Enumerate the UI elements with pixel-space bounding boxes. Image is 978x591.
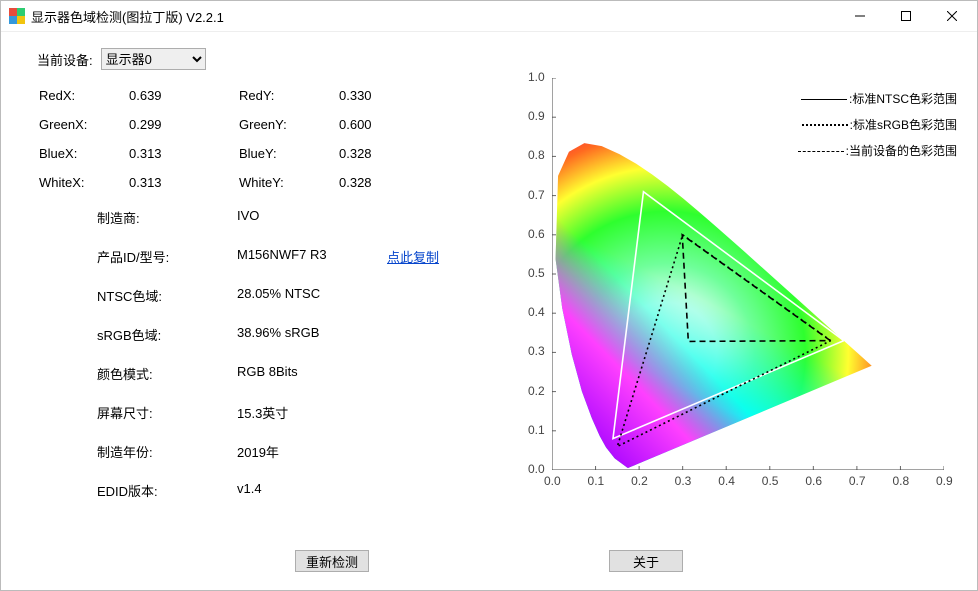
greeny-value: 0.600 xyxy=(339,117,419,132)
window-title: 显示器色域检测(图拉丁版) V2.2.1 xyxy=(31,7,837,26)
device-info: 制造商: IVO 产品ID/型号: M156NWF7 R3 点此复制 NTSC色… xyxy=(97,208,497,500)
redy-label: RedY: xyxy=(239,88,339,103)
x-tick: 0.2 xyxy=(631,474,648,488)
chart-legend: :标准NTSC色彩范围 :标准sRGB色彩范围 :当前设备的色彩范围 xyxy=(798,86,957,164)
screensize-label: 屏幕尺寸: xyxy=(97,403,237,422)
button-row: 重新检测 关于 xyxy=(1,550,977,572)
close-button[interactable] xyxy=(929,1,975,31)
redetect-button[interactable]: 重新检测 xyxy=(295,550,369,572)
greenx-value: 0.299 xyxy=(129,117,239,132)
ntsc-value: 28.05% NTSC xyxy=(237,286,387,305)
bluex-value: 0.313 xyxy=(129,146,239,161)
y-tick: 0.7 xyxy=(528,188,545,202)
screensize-value: 15.3英寸 xyxy=(237,403,387,422)
y-tick: 0.6 xyxy=(528,227,545,241)
x-tick: 0.7 xyxy=(849,474,866,488)
bluey-label: BlueY: xyxy=(239,146,339,161)
redy-value: 0.330 xyxy=(339,88,419,103)
whitey-value: 0.328 xyxy=(339,175,419,190)
whitex-label: WhiteX: xyxy=(39,175,129,190)
x-tick: 0.4 xyxy=(718,474,735,488)
product-label: 产品ID/型号: xyxy=(97,247,237,266)
window-controls xyxy=(837,1,975,31)
maximize-button[interactable] xyxy=(883,1,929,31)
device-row: 当前设备: 显示器0 xyxy=(37,48,497,70)
srgb-value: 38.96% sRGB xyxy=(237,325,387,344)
mfgyear-label: 制造年份: xyxy=(97,442,237,461)
y-tick: 0.5 xyxy=(528,266,545,280)
redx-label: RedX: xyxy=(39,88,129,103)
bluey-value: 0.328 xyxy=(339,146,419,161)
colormode-label: 颜色模式: xyxy=(97,364,237,383)
titlebar: 显示器色域检测(图拉丁版) V2.2.1 xyxy=(1,1,977,32)
ntsc-label: NTSC色域: xyxy=(97,286,237,305)
redx-value: 0.639 xyxy=(129,88,239,103)
x-tick: 0.6 xyxy=(805,474,822,488)
y-tick: 0.8 xyxy=(528,148,545,162)
legend-ntsc: :标准NTSC色彩范围 xyxy=(798,86,957,112)
whitex-value: 0.313 xyxy=(129,175,239,190)
y-tick: 0.4 xyxy=(528,305,545,319)
product-value: M156NWF7 R3 xyxy=(237,247,387,266)
mfgyear-value: 2019年 xyxy=(237,442,387,461)
about-button[interactable]: 关于 xyxy=(609,550,683,572)
app-window: 显示器色域检测(图拉丁版) V2.2.1 当前设备: 显示器0 RedX: 0.… xyxy=(0,0,978,591)
y-tick: 0.1 xyxy=(528,423,545,437)
chromaticity-grid: RedX: 0.639 RedY: 0.330 GreenX: 0.299 Gr… xyxy=(39,88,497,190)
device-select[interactable]: 显示器0 xyxy=(101,48,206,70)
y-tick: 0.9 xyxy=(528,109,545,123)
left-panel: 当前设备: 显示器0 RedX: 0.639 RedY: 0.330 Green… xyxy=(37,48,497,580)
x-tick: 0.0 xyxy=(544,474,561,488)
x-tick: 0.5 xyxy=(762,474,779,488)
edid-value: v1.4 xyxy=(237,481,387,500)
whitey-label: WhiteY: xyxy=(239,175,339,190)
y-tick: 0.3 xyxy=(528,344,545,358)
x-tick: 0.8 xyxy=(892,474,909,488)
y-tick: 0.2 xyxy=(528,384,545,398)
y-tick: 0.0 xyxy=(528,462,545,476)
app-icon xyxy=(9,8,25,24)
colormode-value: RGB 8Bits xyxy=(237,364,387,383)
copy-product-link[interactable]: 点此复制 xyxy=(387,247,467,266)
device-label: 当前设备: xyxy=(37,50,93,69)
manufacturer-label: 制造商: xyxy=(97,208,237,227)
chart-panel: 0.0 0.1 0.2 0.3 0.4 0.5 0.6 0.7 0.8 0.9 0.0 0.1 0.2 0… xyxy=(517,48,957,580)
x-tick: 0.3 xyxy=(675,474,692,488)
srgb-label: sRGB色域: xyxy=(97,325,237,344)
edid-label: EDID版本: xyxy=(97,481,237,500)
manufacturer-value: IVO xyxy=(237,208,387,227)
greeny-label: GreenY: xyxy=(239,117,339,132)
y-tick: 1.0 xyxy=(528,70,545,84)
x-tick: 0.9 xyxy=(936,474,953,488)
greenx-label: GreenX: xyxy=(39,117,129,132)
legend-srgb: :标准sRGB色彩范围 xyxy=(798,112,957,138)
legend-device: :当前设备的色彩范围 xyxy=(798,138,957,164)
content-area: 当前设备: 显示器0 RedX: 0.639 RedY: 0.330 Green… xyxy=(1,32,977,590)
bluex-label: BlueX: xyxy=(39,146,129,161)
minimize-button[interactable] xyxy=(837,1,883,31)
x-tick: 0.1 xyxy=(588,474,605,488)
